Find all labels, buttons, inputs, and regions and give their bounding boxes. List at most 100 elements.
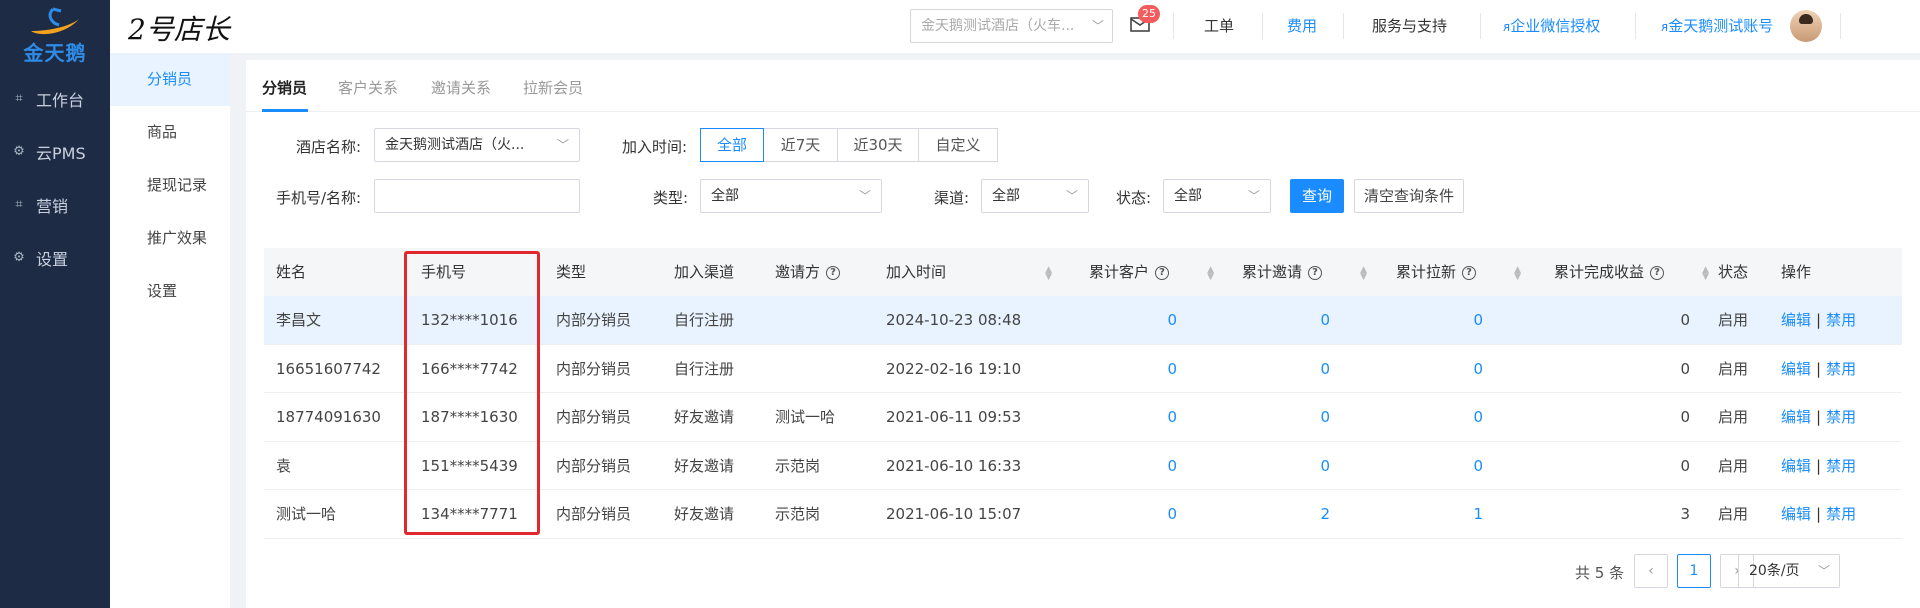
fees-link[interactable]: 费用 — [1287, 0, 1317, 53]
cell-channel: 好友邀请 — [674, 408, 735, 426]
disable-link[interactable]: 禁用 — [1826, 457, 1856, 475]
phone-name-input[interactable] — [374, 179, 580, 213]
help-icon[interactable]: ? — [826, 265, 841, 280]
sort-icon: ▲ ▼ — [1045, 265, 1052, 282]
disable-link[interactable]: 禁用 — [1826, 311, 1856, 329]
table-row[interactable]: 测试一哈 134****7771 内部分销员 好友邀请 示范岗 2021-06-10 15… — [264, 490, 1902, 539]
cell-phone: 187****1630 — [421, 408, 518, 426]
logo[interactable]: 金天鹅 — [0, 0, 110, 70]
col-customers[interactable]: 累计客户? ▲ ▼ — [1089, 248, 1214, 296]
page-1-button[interactable]: 1 — [1677, 554, 1711, 588]
status-select[interactable]: 全部 ﹀ — [1163, 179, 1271, 213]
col-join-time[interactable]: 加入时间 ▲ ▼ — [886, 248, 1052, 296]
cell-invites[interactable]: 0 — [1320, 393, 1330, 441]
sidebar-item-label: 营销 — [36, 196, 69, 216]
cell-income: 0 — [1680, 359, 1690, 378]
disable-link[interactable]: 禁用 — [1826, 408, 1856, 426]
active-tab-indicator — [262, 109, 308, 112]
cell-join-time: 2021-06-10 16:33 — [886, 456, 1022, 475]
clear-filters-button[interactable]: 清空查询条件 — [1354, 179, 1464, 213]
sidebar-item-pms[interactable]: ⚙ 云PMS — [0, 125, 110, 178]
cell-join-time: 2024-10-23 08:48 — [886, 311, 1022, 329]
disable-link[interactable]: 禁用 — [1826, 360, 1856, 378]
channel-label: 渠道: — [934, 189, 970, 207]
sidebar-item-marketing[interactable]: ⌗ 营销 — [0, 178, 110, 231]
cell-new-members[interactable]: 0 — [1473, 442, 1483, 490]
submenu-item-distributors[interactable]: 分销员 — [110, 53, 230, 106]
cell-join-time: 2021-06-11 09:53 — [886, 408, 1022, 426]
help-icon[interactable]: ? — [1462, 265, 1477, 280]
edit-link[interactable]: 编辑 — [1781, 457, 1811, 475]
support-link[interactable]: 服务与支持 — [1372, 0, 1447, 53]
edit-link[interactable]: 编辑 — [1781, 311, 1811, 329]
disable-link[interactable]: 禁用 — [1826, 505, 1856, 523]
join-time-30d[interactable]: 近30天 — [837, 128, 919, 162]
edit-link[interactable]: 编辑 — [1781, 360, 1811, 378]
submenu-item-products[interactable]: 商品 — [110, 106, 230, 159]
prev-page-button[interactable]: ‹ — [1634, 554, 1668, 588]
type-select-value: 全部 — [711, 188, 739, 204]
hotel-switcher[interactable]: 金天鹅测试酒店（火车... ﹀ — [910, 9, 1113, 43]
channel-select[interactable]: 全部 ﹀ — [981, 179, 1089, 213]
sub-menu: 分销员 商品 提现记录 推广效果 设置 — [110, 53, 230, 608]
cell-customers[interactable]: 0 — [1167, 393, 1177, 441]
join-time-custom[interactable]: 自定义 — [918, 128, 998, 162]
cell-new-members[interactable]: 0 — [1473, 345, 1483, 393]
edit-link[interactable]: 编辑 — [1781, 505, 1811, 523]
cell-invites[interactable]: 0 — [1320, 296, 1330, 344]
page-size-select[interactable]: 20条/页 ﹀ — [1738, 554, 1840, 588]
cell-new-members[interactable]: 0 — [1473, 296, 1483, 344]
cell-new-members[interactable]: 0 — [1473, 393, 1483, 441]
cell-status: 启用 — [1718, 505, 1749, 523]
tab-invite-relations[interactable]: 邀请关系 — [431, 77, 491, 98]
table-row[interactable]: 李昌文 132****1016 内部分销员 自行注册 2024-10-23 08:48 0… — [264, 296, 1902, 345]
hotel-label: 酒店名称: — [296, 138, 362, 156]
ticket-link[interactable]: 工单 — [1204, 0, 1234, 53]
sidebar-item-settings[interactable]: ⚙ 设置 — [0, 231, 110, 284]
col-income[interactable]: 累计完成收益? ▲ ▼ — [1554, 248, 1709, 296]
help-icon[interactable]: ? — [1650, 265, 1665, 280]
cell-customers[interactable]: 0 — [1167, 442, 1177, 490]
cell-channel: 好友邀请 — [674, 456, 735, 475]
hotel-select[interactable]: 金天鹅测试酒店（火... ﹀ — [374, 128, 580, 162]
tab-customer-relations[interactable]: 客户关系 — [338, 77, 398, 98]
chevron-down-icon: ﹀ — [1091, 19, 1104, 33]
cell-status: 启用 — [1718, 408, 1749, 426]
cell-customers[interactable]: 0 — [1167, 490, 1177, 538]
cell-invites[interactable]: 0 — [1320, 345, 1330, 393]
edit-link[interactable]: 编辑 — [1781, 408, 1811, 426]
avatar[interactable] — [1790, 10, 1822, 42]
submenu-item-settings[interactable]: 设置 — [110, 265, 230, 318]
col-inviter-label: 邀请方 — [775, 263, 821, 281]
help-icon[interactable]: ? — [1308, 265, 1323, 280]
submenu-item-withdrawals[interactable]: 提现记录 — [110, 159, 230, 212]
col-name: 姓名 — [276, 263, 307, 281]
cell-invites[interactable]: 2 — [1320, 490, 1330, 538]
tab-distributors[interactable]: 分销员 — [262, 77, 307, 98]
cell-invites[interactable]: 0 — [1320, 442, 1330, 490]
col-inviter: 邀请方? — [775, 248, 841, 296]
col-phone: 手机号 — [421, 263, 467, 281]
table-row[interactable]: 16651607742 166****7742 内部分销员 自行注册 2022-02-1… — [264, 345, 1902, 393]
tab-new-members[interactable]: 拉新会员 — [523, 77, 583, 98]
help-icon[interactable]: ? — [1155, 265, 1170, 280]
cell-new-members[interactable]: 1 — [1473, 490, 1483, 538]
chevron-down-icon: ﹀ — [556, 138, 569, 152]
submenu-item-promotion[interactable]: 推广效果 — [110, 212, 230, 265]
table-row[interactable]: 18774091630 187****1630 内部分销员 好友邀请 测试一哈 2021-… — [264, 393, 1902, 442]
cell-name: 16651607742 — [276, 359, 381, 378]
table-row[interactable]: 袁 151****5439 内部分销员 好友邀请 示范岗 2021-06-10 16:33… — [264, 442, 1902, 490]
query-button[interactable]: 查询 — [1290, 179, 1344, 213]
col-new-members[interactable]: 累计拉新? ▲ ▼ — [1396, 248, 1521, 296]
type-select[interactable]: 全部 ﹀ — [700, 179, 882, 213]
cell-inviter: 示范岗 — [775, 505, 821, 523]
sidebar-item-workbench[interactable]: ⌗ 工作台 — [0, 72, 110, 125]
cell-customers[interactable]: 0 — [1167, 345, 1177, 393]
cell-customers[interactable]: 0 — [1167, 296, 1177, 344]
wechat-auth-link[interactable]: ᴙ企业微信授权 — [1503, 0, 1600, 53]
sidebar-item-label: 工作台 — [36, 90, 85, 110]
join-time-7d[interactable]: 近7天 — [763, 128, 838, 162]
col-invites[interactable]: 累计邀请? ▲ ▼ — [1242, 248, 1367, 296]
account-link[interactable]: ᴙ金天鹅测试账号 — [1661, 0, 1773, 53]
join-time-all[interactable]: 全部 — [700, 128, 764, 162]
